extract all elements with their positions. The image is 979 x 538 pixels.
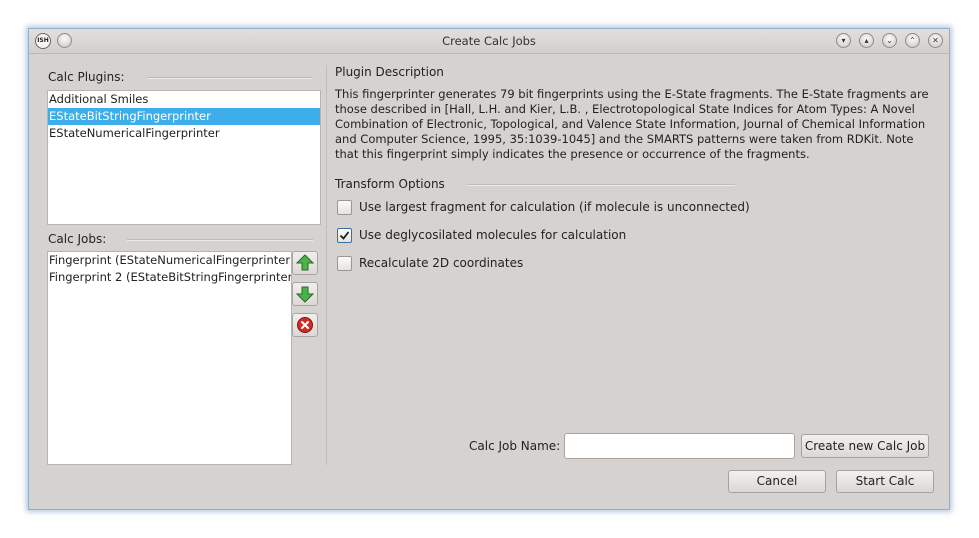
plugin-description-label: Plugin Description <box>335 65 444 79</box>
job-list-item[interactable]: Fingerprint (EStateNumericalFingerprinte… <box>48 252 291 269</box>
close-icon[interactable]: ✕ <box>928 33 943 48</box>
calc-job-name-input[interactable] <box>564 433 795 459</box>
calc-plugins-label: Calc Plugins: <box>48 70 125 84</box>
transform-option-checkbox[interactable] <box>337 228 352 243</box>
keep-below-icon[interactable]: ▾ <box>836 33 851 48</box>
panel-divider <box>326 65 327 465</box>
plugin-description-text: This fingerprinter generates 79 bit fing… <box>335 87 929 161</box>
transform-options-separator <box>467 184 735 186</box>
transform-option-label: Recalculate 2D coordinates <box>359 256 524 270</box>
move-down-button[interactable] <box>292 282 318 306</box>
maximize-icon[interactable]: ⌃ <box>905 33 920 48</box>
calc-plugins-separator <box>147 77 313 79</box>
plugin-list-item[interactable]: EStateBitStringFingerprinter <box>48 108 320 125</box>
transform-option-label: Use deglycosilated molecules for calcula… <box>359 228 627 242</box>
start-calc-button[interactable]: Start Calc <box>836 470 934 493</box>
calc-jobs-list[interactable]: Fingerprint (EStateNumericalFingerprinte… <box>47 251 292 465</box>
create-new-calc-job-button[interactable]: Create new Calc Job <box>801 434 929 458</box>
window-title: Create Calc Jobs <box>442 34 536 48</box>
arrow-up-icon <box>296 254 314 271</box>
keep-above-icon[interactable]: ▴ <box>859 33 874 48</box>
transform-option-label: Use largest fragment for calculation (if… <box>359 200 750 214</box>
checkmark-icon <box>339 231 350 240</box>
move-up-button[interactable] <box>292 251 318 275</box>
transform-option-checkbox[interactable] <box>337 256 352 271</box>
arrow-down-icon <box>296 286 314 303</box>
calc-jobs-separator <box>127 239 313 241</box>
remove-icon <box>297 317 313 333</box>
create-calc-jobs-dialog: ISH Create Calc Jobs ▾ ▴ ⌄ ⌃ ✕ Calc Plug… <box>28 28 950 510</box>
calc-job-name-label: Calc Job Name: <box>469 439 561 453</box>
calc-jobs-label: Calc Jobs: <box>48 232 107 246</box>
cancel-button[interactable]: Cancel <box>728 470 826 493</box>
transform-option-checkbox[interactable] <box>337 200 352 215</box>
job-list-item[interactable]: Fingerprint 2 (EStateBitStringFingerprin… <box>48 269 291 286</box>
plugin-list-item[interactable]: EStateNumericalFingerprinter <box>48 125 320 142</box>
transform-options-label: Transform Options <box>335 177 445 191</box>
minimize-icon[interactable]: ⌄ <box>882 33 897 48</box>
title-bar[interactable]: ISH Create Calc Jobs ▾ ▴ ⌄ ⌃ ✕ <box>29 29 949 54</box>
plugin-list-item[interactable]: Additional Smiles <box>48 91 320 108</box>
remove-job-button[interactable] <box>292 313 318 337</box>
calc-plugins-list[interactable]: Additional Smiles EStateBitStringFingerpr… <box>47 90 321 225</box>
